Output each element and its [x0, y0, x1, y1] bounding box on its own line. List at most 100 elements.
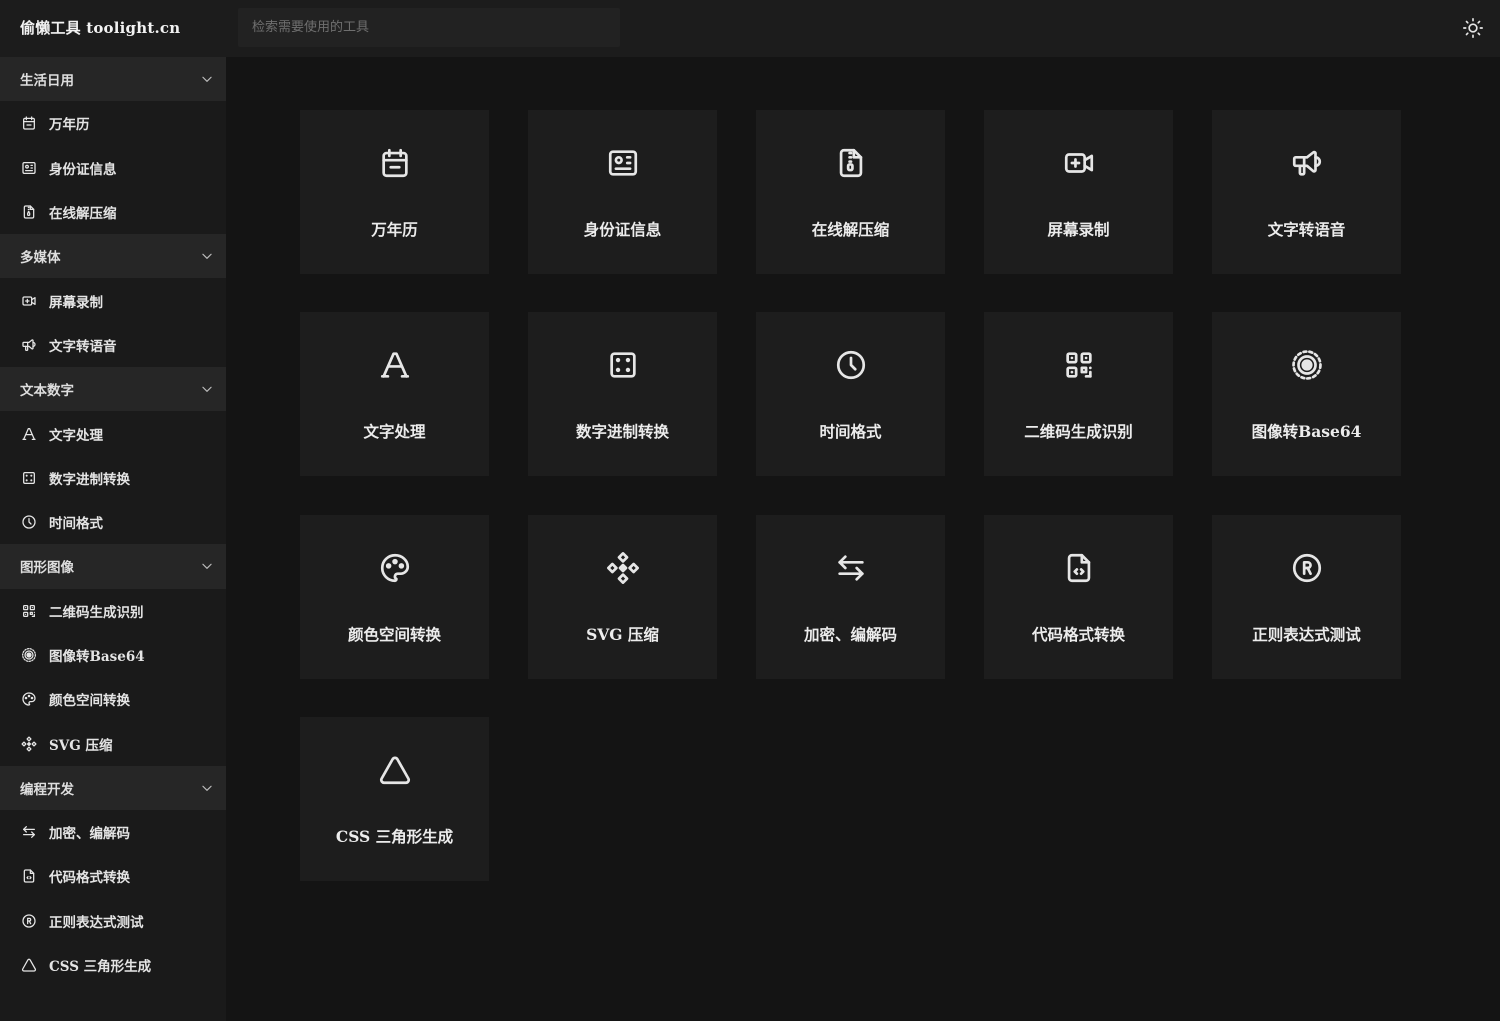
chevron-down-icon — [200, 559, 214, 573]
sidebar-item[interactable]: 加密、编解码 — [0, 810, 226, 854]
tool-card[interactable]: 数字进制转换 — [528, 312, 717, 476]
tool-card[interactable]: 二维码生成识别 — [984, 312, 1173, 476]
sidebar-item-label: 屏幕录制 — [49, 294, 103, 311]
tool-card-label: SVG 压缩 — [586, 625, 659, 644]
sidebar-item[interactable]: 颜色空间转换 — [0, 677, 226, 721]
tool-card[interactable]: 正则表达式测试 — [1212, 515, 1401, 679]
sidebar-item[interactable]: 身份证信息 — [0, 146, 226, 190]
sidebar-item[interactable]: 时间格式 — [0, 500, 226, 544]
sidebar-item[interactable]: SVG 压缩 — [0, 721, 226, 765]
sidebar-item-label: CSS 三角形生成 — [49, 959, 152, 976]
sidebar-group-title: 编程开发 — [20, 781, 74, 798]
tool-card-label: 正则表达式测试 — [1252, 625, 1361, 644]
zip-file-icon — [756, 145, 945, 181]
theme-toggle-button[interactable] — [1459, 14, 1487, 42]
sidebar-group-header[interactable]: 编程开发 — [0, 765, 226, 811]
dice-icon — [20, 469, 37, 486]
sidebar-item[interactable]: 图像转Base64 — [0, 633, 226, 677]
tool-card[interactable]: 在线解压缩 — [756, 110, 945, 274]
sidebar-item-label: 身份证信息 — [49, 161, 117, 178]
tool-card-label: 数字进制转换 — [575, 422, 669, 441]
sidebar-item[interactable]: CSS 三角形生成 — [0, 943, 226, 987]
sidebar-item[interactable]: 在线解压缩 — [0, 190, 226, 234]
sidebar-item-label: 二维码生成识别 — [49, 604, 144, 621]
video-record-icon — [20, 292, 37, 309]
sidebar-item-label: 万年历 — [49, 117, 90, 134]
megaphone-icon — [1212, 145, 1401, 181]
sidebar-group-title: 图形图像 — [20, 560, 74, 577]
sidebar-group-header[interactable]: 多媒体 — [0, 234, 226, 279]
chevron-down-icon — [200, 382, 214, 396]
sidebar-item-label: 文字转语音 — [49, 338, 117, 355]
tool-card[interactable]: 文字处理 — [300, 312, 489, 476]
tool-card-label: 文字转语音 — [1267, 220, 1346, 239]
letter-a-icon — [300, 347, 489, 383]
id-card-icon — [20, 159, 37, 176]
tool-card[interactable]: 屏幕录制 — [984, 110, 1173, 274]
sidebar-group-header[interactable]: 生活日用 — [0, 57, 226, 102]
sidebar-item[interactable]: 二维码生成识别 — [0, 589, 226, 633]
triangle-icon — [300, 752, 489, 788]
tool-card-label: 万年历 — [371, 220, 418, 239]
sidebar-item-label: 代码格式转换 — [49, 870, 130, 887]
sidebar-group-title: 文本数字 — [20, 383, 74, 400]
sidebar-item[interactable]: 正则表达式测试 — [0, 899, 226, 943]
sidebar-item-label: 加密、编解码 — [49, 826, 130, 843]
sidebar-item[interactable]: 文字处理 — [0, 411, 226, 455]
sidebar-item[interactable]: 数字进制转换 — [0, 456, 226, 500]
tool-card-label: CSS 三角形生成 — [335, 827, 454, 846]
tool-card[interactable]: 图像转Base64 — [1212, 312, 1401, 476]
calendar-icon — [20, 115, 37, 132]
sidebar-item-label: 在线解压缩 — [49, 206, 117, 223]
calendar-icon — [300, 145, 489, 181]
sidebar-item-label: SVG 压缩 — [49, 737, 113, 754]
sidebar-item[interactable]: 屏幕录制 — [0, 278, 226, 322]
sidebar-item-label: 正则表达式测试 — [49, 914, 144, 931]
tool-card[interactable]: 时间格式 — [756, 312, 945, 476]
code-file-icon — [984, 550, 1173, 586]
swap-arrows-icon — [20, 824, 37, 841]
tool-card[interactable]: 代码格式转换 — [984, 515, 1173, 679]
tool-card-label: 二维码生成识别 — [1024, 422, 1133, 441]
tool-card-label: 屏幕录制 — [1047, 220, 1110, 239]
sidebar-item[interactable]: 万年历 — [0, 101, 226, 145]
palette-icon — [300, 550, 489, 586]
tool-grid: 万年历 身份证信息 在线解压缩 屏幕录制 文字转语音文字处理 数字进制转换 时间格式 二维码生… — [226, 57, 1500, 1021]
sidebar-item-label: 时间格式 — [49, 516, 103, 533]
tool-card[interactable]: 颜色空间转换 — [300, 515, 489, 679]
megaphone-icon — [20, 336, 37, 353]
tool-card-label: 加密、编解码 — [803, 625, 897, 644]
tool-card-label: 文字处理 — [363, 422, 426, 441]
code-file-icon — [20, 868, 37, 885]
tool-card-label: 时间格式 — [819, 422, 882, 441]
tool-card[interactable]: 文字转语音 — [1212, 110, 1401, 274]
site-logo[interactable]: 偷懒工具 toolight.cn — [20, 0, 180, 57]
vector-nodes-icon — [528, 550, 717, 586]
sidebar-group-title: 多媒体 — [20, 250, 61, 267]
id-card-icon — [528, 145, 717, 181]
search-input[interactable] — [238, 8, 620, 47]
zip-file-icon — [20, 204, 37, 221]
sidebar-item[interactable]: 代码格式转换 — [0, 854, 226, 898]
sidebar-item-label: 图像转Base64 — [49, 649, 145, 665]
letter-a-icon — [20, 425, 37, 442]
tool-card-label: 在线解压缩 — [811, 220, 890, 239]
top-bar: 偷懒工具 toolight.cn — [0, 0, 1500, 57]
tool-card[interactable]: 万年历 — [300, 110, 489, 274]
sidebar-item-label: 文字处理 — [49, 427, 103, 444]
tool-card[interactable]: 身份证信息 — [528, 110, 717, 274]
tool-card[interactable]: CSS 三角形生成 — [300, 717, 489, 881]
sidebar-item-label: 颜色空间转换 — [49, 693, 130, 710]
tool-card[interactable]: SVG 压缩 — [528, 515, 717, 679]
qrcode-icon — [20, 602, 37, 619]
tool-card-label: 图像转Base64 — [1251, 422, 1362, 441]
sidebar-group-header[interactable]: 文本数字 — [0, 367, 226, 412]
sidebar-item[interactable]: 文字转语音 — [0, 323, 226, 367]
chevron-down-icon — [200, 72, 214, 86]
sidebar-group-header[interactable]: 图形图像 — [0, 544, 226, 589]
tool-card[interactable]: 加密、编解码 — [756, 515, 945, 679]
sidebar: 生活日用万年历身份证信息在线解压缩多媒体屏幕录制文字转语音文本数字文字处理数字进… — [0, 57, 226, 1021]
clock-icon — [756, 347, 945, 383]
clock-icon — [20, 514, 37, 531]
video-record-icon — [984, 145, 1173, 181]
